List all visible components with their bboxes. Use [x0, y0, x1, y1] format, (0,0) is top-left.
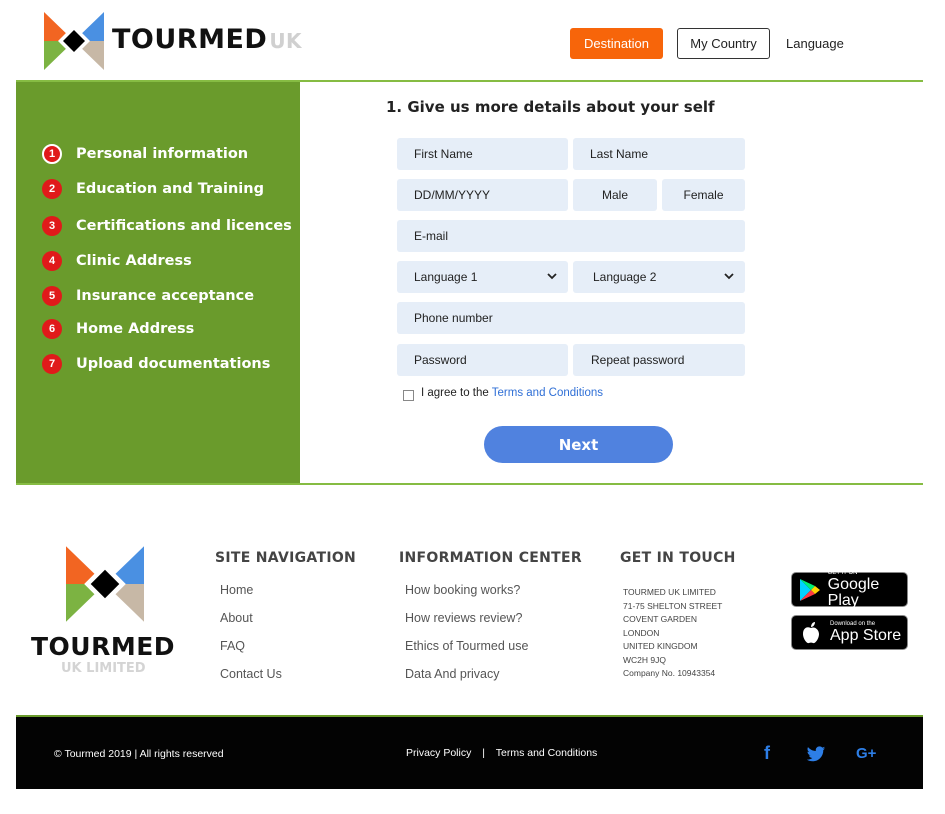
copyright-text: © Tourmed 2019 | All rights reserved: [54, 748, 224, 760]
app-store-big-text: App Store: [830, 627, 902, 644]
step-number: 2: [42, 179, 62, 199]
step-upload-documentations[interactable]: 7 Upload documentations: [42, 354, 270, 374]
password-field[interactable]: Password: [397, 344, 568, 376]
apple-icon: [798, 620, 824, 646]
footer-link-data-privacy[interactable]: Data And privacy: [405, 667, 500, 681]
step-home-address[interactable]: 6 Home Address: [42, 319, 194, 339]
step-label: Home Address: [76, 321, 195, 337]
language-2-select[interactable]: Language 2: [573, 261, 745, 293]
footer-link-how-reviews[interactable]: How reviews review?: [405, 611, 522, 625]
phone-number-field[interactable]: Phone number: [397, 302, 745, 334]
language-1-value: Language 1: [414, 270, 478, 284]
brand-name[interactable]: TOURMED UK: [112, 24, 302, 55]
footer-brand-subtitle: UK LIMITED: [61, 661, 146, 676]
step-number: 4: [42, 251, 62, 271]
step-education-training[interactable]: 2 Education and Training: [42, 179, 264, 199]
step-certifications[interactable]: 3 Certifications and licences: [42, 216, 292, 236]
twitter-icon[interactable]: [806, 746, 826, 763]
footer-link-faq[interactable]: FAQ: [220, 639, 245, 653]
company-address: TOURMED UK LIMITED 71-75 SHELTON STREET …: [623, 586, 722, 681]
brand-text: TOURMED: [112, 24, 268, 55]
address-line: COVENT GARDEN: [623, 614, 697, 624]
step-label: Education and Training: [76, 181, 264, 197]
address-line: LONDON: [623, 627, 660, 638]
repeat-password-field[interactable]: Repeat password: [573, 344, 745, 376]
step-number: 1: [42, 144, 62, 164]
legal-separator: |: [482, 747, 486, 759]
female-option[interactable]: Female: [662, 179, 745, 211]
google-play-icon: [798, 577, 822, 603]
address-line: TOURMED UK LIMITED: [623, 587, 716, 597]
chevron-down-icon: [724, 273, 734, 280]
step-label: Clinic Address: [76, 253, 192, 269]
legal-links: Privacy Policy | Terms and Conditions: [406, 747, 597, 759]
step-number: 3: [42, 216, 62, 236]
google-play-big-text: Google Play: [827, 576, 880, 609]
chevron-down-icon: [547, 273, 557, 280]
google-plus-icon[interactable]: G+: [856, 745, 876, 762]
form-title: 1. Give us more details about your self: [386, 98, 715, 116]
address-line: WC2H 9JQ: [623, 654, 666, 665]
address-line: UNITED KINGDOM: [623, 641, 698, 651]
facebook-icon[interactable]: f: [764, 743, 770, 764]
agree-prefix: I agree to the: [421, 387, 489, 399]
footer-logo-icon: [66, 546, 144, 622]
company-number: Company No. 10943354: [623, 668, 716, 678]
footer-link-ethics[interactable]: Ethics of Tourmed use: [405, 639, 528, 653]
step-label: Personal information: [76, 146, 249, 162]
step-label: Insurance acceptance: [76, 288, 255, 304]
footer-brand-name: TOURMED: [31, 632, 176, 661]
step-number: 6: [42, 319, 62, 339]
step-insurance-acceptance[interactable]: 5 Insurance acceptance: [42, 286, 254, 306]
terms-agreement-text: I agree to the Terms and Conditions: [421, 387, 603, 399]
registration-panel: 1 Personal information 2 Education and T…: [16, 80, 923, 485]
tourmed-logo-icon[interactable]: [44, 12, 104, 70]
step-label: Certifications and licences: [76, 218, 292, 234]
address-line: 71-75 SHELTON STREET: [623, 600, 723, 611]
my-country-button[interactable]: My Country: [677, 28, 770, 59]
step-clinic-address[interactable]: 4 Clinic Address: [42, 251, 192, 271]
brand-suffix: UK: [269, 29, 303, 53]
first-name-field[interactable]: First Name: [397, 138, 568, 170]
language-2-value: Language 2: [593, 270, 657, 284]
step-personal-information[interactable]: 1 Personal information: [42, 144, 248, 164]
steps-sidebar: 1 Personal information 2 Education and T…: [16, 82, 300, 483]
bottom-bar: © Tourmed 2019 | All rights reserved Pri…: [16, 715, 923, 789]
google-play-badge[interactable]: GET IT ON Google Play: [791, 570, 908, 609]
language-link[interactable]: Language: [786, 36, 844, 51]
language-1-select[interactable]: Language 1: [397, 261, 568, 293]
privacy-policy-link[interactable]: Privacy Policy: [406, 747, 471, 759]
terms-conditions-link[interactable]: Terms and Conditions: [496, 747, 598, 759]
footer-link-contact[interactable]: Contact Us: [220, 667, 282, 681]
terms-link[interactable]: Terms and Conditions: [492, 387, 603, 399]
date-of-birth-field[interactable]: DD/MM/YYYY: [397, 179, 568, 211]
app-store-badge[interactable]: Download on the App Store: [791, 615, 908, 650]
information-center-heading: INFORMATION CENTER: [399, 550, 582, 566]
email-field[interactable]: E-mail: [397, 220, 745, 252]
male-option[interactable]: Male: [573, 179, 657, 211]
footer-link-about[interactable]: About: [220, 611, 253, 625]
step-label: Upload documentations: [76, 356, 271, 372]
site-navigation-heading: SITE NAVIGATION: [215, 550, 357, 566]
last-name-field[interactable]: Last Name: [573, 138, 745, 170]
terms-checkbox[interactable]: [403, 390, 414, 401]
footer-link-home[interactable]: Home: [220, 583, 253, 597]
footer-link-how-booking[interactable]: How booking works?: [405, 583, 520, 597]
destination-button[interactable]: Destination: [570, 28, 663, 59]
step-number: 5: [42, 286, 62, 306]
get-in-touch-heading: GET IN TOUCH: [620, 550, 736, 566]
next-button[interactable]: Next: [484, 426, 673, 463]
step-number: 7: [42, 354, 62, 374]
